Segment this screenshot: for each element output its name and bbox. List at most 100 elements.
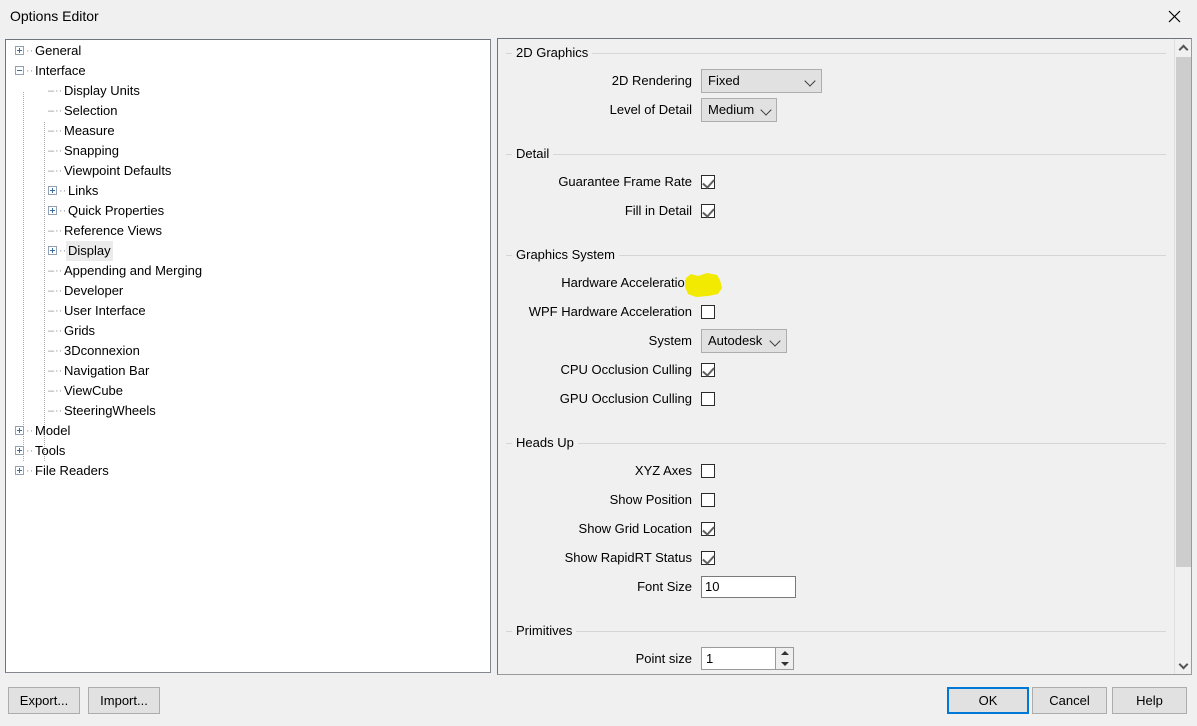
checkbox-hardware-acceleration[interactable] — [701, 275, 715, 290]
expand-icon[interactable] — [15, 46, 24, 56]
tree-item-measure[interactable]: –·· Measure — [6, 120, 490, 140]
group-primitives: PrimitivesPoint size1Line size1Snap size… — [506, 623, 1166, 674]
option-label-point-size: Point size — [635, 651, 692, 666]
tree-item-label: SteeringWheels — [64, 402, 156, 418]
option-row: Point size 1 — [506, 646, 1166, 671]
tree-item-viewpoint-defaults[interactable]: –·· Viewpoint Defaults — [6, 160, 490, 180]
tree-item-appending-and-merging[interactable]: –·· Appending and Merging — [6, 260, 490, 280]
tree-item-selection[interactable]: –·· Selection — [6, 100, 490, 120]
scroll-down-button[interactable] — [1175, 657, 1191, 674]
option-row: Hardware Acceleration — [506, 270, 1166, 295]
tree-item-label: ViewCube — [64, 382, 124, 398]
spinner-up-icon[interactable] — [776, 648, 793, 659]
tree-item-file-readers[interactable]: ·· File Readers — [6, 460, 490, 480]
group-title: Graphics System — [512, 247, 619, 262]
group-body: Guarantee Frame Rate Fill in Detail — [506, 155, 1166, 237]
export-button[interactable]: Export... — [8, 687, 80, 714]
tree-item-snapping[interactable]: –·· Snapping — [6, 140, 490, 160]
tree-item-label: Display — [66, 240, 113, 261]
close-icon[interactable] — [1151, 0, 1197, 32]
option-label-2d-rendering: 2D Rendering — [611, 73, 692, 88]
expand-icon[interactable] — [15, 466, 24, 476]
group-heads-up: Heads Up XYZ Axes Show Position Show Grid L… — [506, 435, 1166, 613]
scrollbar-thumb[interactable] — [1176, 57, 1191, 567]
option-label-font-size: Font Size — [637, 579, 692, 594]
option-label-show-position: Show Position — [609, 492, 692, 507]
expand-icon[interactable] — [15, 426, 24, 436]
tree-item-display-units[interactable]: –·· Display Units — [6, 80, 490, 100]
options-category-tree[interactable]: ·· General ·· Interface –·· Display Units –·· S… — [5, 39, 491, 673]
group-2d-graphics: 2D Graphics 2D Rendering Fixed Level of Det… — [506, 45, 1166, 136]
tree-leaf-dash-icon: – — [48, 84, 55, 97]
tree-connector-icon: ·· — [55, 144, 63, 157]
tree-item-label: Selection — [64, 102, 118, 118]
group-title: Primitives — [512, 623, 577, 638]
tree-connector-icon: ·· — [55, 164, 63, 177]
ok-button[interactable]: OK — [947, 687, 1029, 714]
option-label-xyz-axes: XYZ Axes — [634, 463, 692, 478]
tree-item-3dconnexion[interactable]: –·· 3Dconnexion — [6, 340, 490, 360]
option-row: Show RapidRT Status — [506, 545, 1166, 570]
tree-item-quick-properties[interactable]: ·· Quick Properties — [6, 200, 490, 220]
dropdown-level-of-detail[interactable]: Medium — [701, 97, 777, 122]
tree-item-label: User Interface — [64, 302, 146, 318]
tree-item-links[interactable]: ·· Links — [6, 180, 490, 200]
help-button[interactable]: Help — [1112, 687, 1187, 714]
cancel-button[interactable]: Cancel — [1032, 687, 1107, 714]
expand-icon[interactable] — [48, 246, 57, 256]
tree-connector-icon: ·· — [26, 424, 34, 437]
expand-icon[interactable] — [48, 206, 57, 216]
tree-item-navigation-bar[interactable]: –·· Navigation Bar — [6, 360, 490, 380]
expand-icon[interactable] — [48, 186, 57, 196]
tree-item-label: Developer — [64, 282, 124, 298]
tree-item-developer[interactable]: –·· Developer — [6, 280, 490, 300]
tree-item-user-interface[interactable]: –·· User Interface — [6, 300, 490, 320]
checkbox-xyz-axes[interactable] — [701, 463, 715, 478]
scroll-up-button[interactable] — [1175, 39, 1191, 56]
checkbox-show-grid-location[interactable] — [701, 521, 715, 536]
collapse-icon[interactable] — [15, 66, 24, 76]
tree-connector-icon: ·· — [59, 204, 67, 217]
option-label-level-of-detail: Level of Detail — [609, 102, 692, 117]
dropdown-2d-rendering[interactable]: Fixed — [701, 68, 822, 93]
tree-connector-icon: ·· — [55, 124, 63, 137]
checkbox-gpu-occlusion-culling[interactable] — [701, 391, 715, 406]
tree-item-interface[interactable]: ·· Interface — [6, 60, 490, 80]
tree-item-display[interactable]: ·· Display — [6, 240, 490, 261]
spinner-value: 1 — [706, 651, 714, 666]
expand-icon[interactable] — [15, 446, 24, 456]
tree-item-viewcube[interactable]: –·· ViewCube — [6, 380, 490, 400]
checkbox-wpf-hardware-acceleration[interactable] — [701, 304, 715, 319]
checkbox-fill-in-detail[interactable] — [701, 203, 715, 218]
import-button[interactable]: Import... — [88, 687, 160, 714]
tree-connector-icon: ·· — [55, 264, 63, 277]
option-row: Fill in Detail — [506, 198, 1166, 223]
option-row: Font Size 10 — [506, 574, 1166, 599]
checkbox-show-rapidrt-status[interactable] — [701, 550, 715, 565]
input-font-size[interactable]: 10 — [701, 575, 796, 598]
tree-item-general[interactable]: ·· General — [6, 40, 490, 60]
tree-item-label: 3Dconnexion — [64, 342, 140, 358]
options-groups-container: 2D Graphics 2D Rendering Fixed Level of Det… — [498, 39, 1174, 674]
tree-item-model[interactable]: ·· Model — [6, 420, 490, 440]
checkbox-cpu-occlusion-culling[interactable] — [701, 362, 715, 377]
options-vertical-scrollbar[interactable] — [1174, 39, 1191, 674]
dropdown-value: Fixed — [708, 73, 740, 88]
group-detail: Detail Guarantee Frame Rate Fill in Detail — [506, 146, 1166, 237]
checkbox-show-position[interactable] — [701, 492, 715, 507]
tree-item-tools[interactable]: ·· Tools — [6, 440, 490, 460]
tree-item-steeringwheels[interactable]: –·· SteeringWheels — [6, 400, 490, 420]
spinner-buttons — [775, 648, 793, 669]
spinner-point-size[interactable]: 1 — [701, 647, 794, 670]
tree-connector-icon: ·· — [55, 404, 63, 417]
option-label-system: System — [648, 333, 692, 348]
tree-item-grids[interactable]: –·· Grids — [6, 320, 490, 340]
option-row: Show Position — [506, 487, 1166, 512]
tree-item-reference-views[interactable]: –·· Reference Views — [6, 220, 490, 240]
dropdown-system[interactable]: Autodesk — [701, 328, 787, 353]
tree-leaf-dash-icon: – — [48, 344, 55, 357]
checkbox-guarantee-frame-rate[interactable] — [701, 174, 715, 189]
tree-connector-icon: ·· — [26, 464, 34, 477]
spinner-down-icon[interactable] — [776, 659, 793, 670]
option-label-fill-in-detail: Fill in Detail — [624, 203, 692, 218]
